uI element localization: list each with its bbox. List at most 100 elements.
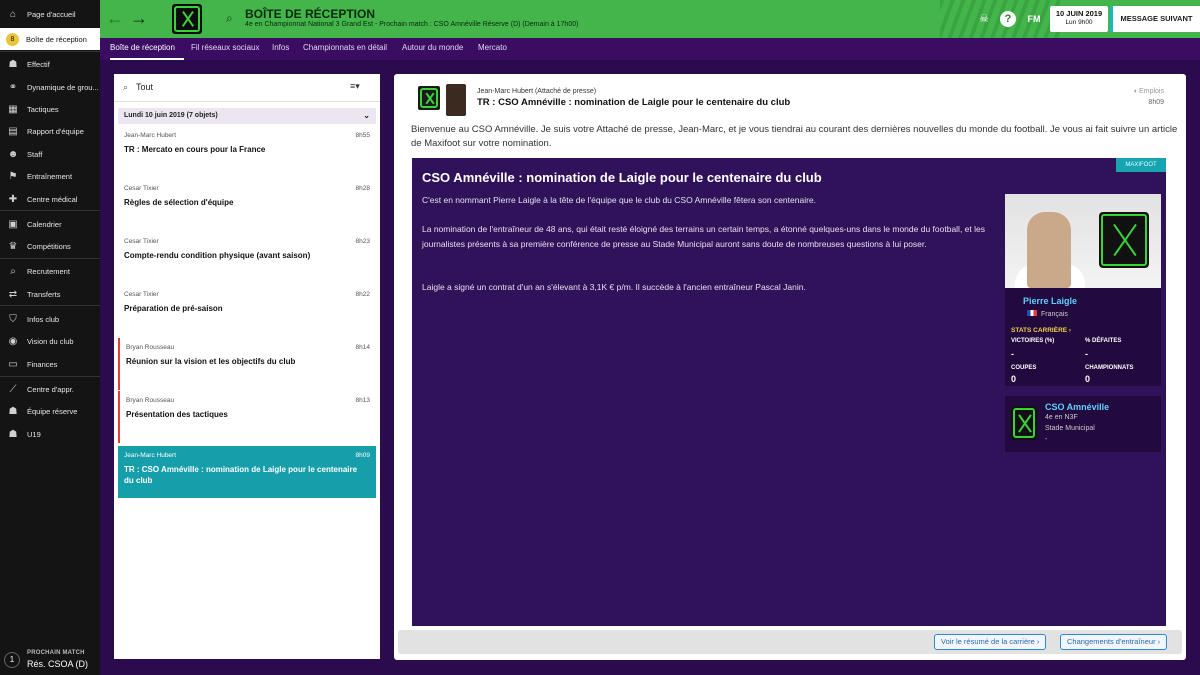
- sidebar-item-squad[interactable]: ☗ Effectif: [0, 53, 100, 75]
- sender-name[interactable]: Jean-Marc Hubert (Attaché de presse): [477, 88, 596, 95]
- tab-inbox[interactable]: Boîte de réception: [110, 38, 184, 60]
- chevron-down-icon[interactable]: ⌄: [363, 108, 370, 124]
- club-badge-icon[interactable]: [172, 4, 202, 34]
- search-icon: ⌕: [123, 82, 129, 92]
- sidebar-item-reserve-team[interactable]: ☗ Équipe réserve: [0, 400, 100, 422]
- player-nationality: Français: [1027, 310, 1068, 318]
- message-subject: Règles de sélection d'équipe: [124, 198, 234, 207]
- inbox-message[interactable]: Jean-Marc Hubert 8h55 TR : Mercato en co…: [118, 126, 376, 178]
- page-title: BOÎTE DE RÉCEPTION: [245, 7, 376, 21]
- sidebar-item-team-report[interactable]: ▤ Rapport d'équipe: [0, 120, 100, 142]
- sidebar-item-staff[interactable]: ☻ Staff: [0, 143, 100, 165]
- inbox-message[interactable]: Cesar Tixier 8h28 Règles de sélection d'…: [118, 179, 376, 231]
- inbox-message[interactable]: Cesar Tixier 8h22 Préparation de pré-sai…: [118, 285, 376, 337]
- stat-value: -: [1085, 349, 1088, 359]
- calendar-day-icon: 1: [4, 652, 20, 668]
- reserve-team-icon: ☗: [8, 405, 18, 417]
- sidebar-item-scouting[interactable]: ⌕ Recrutement: [0, 260, 100, 282]
- inbox-message[interactable]: Bryan Rousseau 8h14 Réunion sur la visio…: [118, 338, 376, 390]
- club-card[interactable]: CSO Amnéville 4e en N3F Stade Municipal …: [1005, 396, 1161, 452]
- sidebar-divider: [0, 210, 100, 211]
- sidebar-item-label: Finances: [27, 359, 58, 369]
- sidebar-item-u19[interactable]: ☗ U19: [0, 423, 100, 445]
- message-time: 8h14: [355, 344, 370, 351]
- sidebar-divider: [0, 376, 100, 377]
- calendar-icon: ▣: [8, 218, 18, 230]
- player-face: [1027, 212, 1071, 288]
- page-subtitle[interactable]: 4e en Championnat National 3 Grand Est -…: [245, 21, 578, 28]
- sidebar-item-label: Centre médical: [27, 194, 78, 204]
- tab-competitions-detail[interactable]: Championnats en détail: [303, 38, 387, 60]
- message-time: 8h22: [355, 291, 370, 298]
- search-icon[interactable]: ⌕: [226, 11, 233, 26]
- stat-label: VICTOIRES (%): [1011, 338, 1055, 344]
- sidebar-item-label: Compétitions: [27, 241, 71, 251]
- sidebar-item-training[interactable]: ⚑ Entraînement: [0, 165, 100, 187]
- message-sender: Jean-Marc Hubert: [124, 132, 177, 139]
- skull-icon[interactable]: ☠: [976, 11, 992, 27]
- next-match[interactable]: 1 PROCHAIN MATCH Rés. CSOA (D): [0, 645, 100, 675]
- manager-changes-button[interactable]: Changements d'entraîneur ›: [1060, 634, 1168, 650]
- message-time: 8h13: [355, 397, 370, 404]
- sender-avatar[interactable]: [446, 84, 466, 116]
- player-photo: [1005, 194, 1161, 288]
- message-subject: TR : CSO Amnéville : nomination de Laigl…: [124, 465, 358, 485]
- sidebar-item-transfers[interactable]: ⇄ Transferts: [0, 283, 100, 305]
- sidebar-item-label: Calendrier: [27, 219, 62, 229]
- sidebar-item-tactics[interactable]: ▦ Tactiques: [0, 98, 100, 120]
- next-match-label: PROCHAIN MATCH: [27, 650, 85, 656]
- club-name[interactable]: CSO Amnéville: [1045, 402, 1109, 412]
- sidebar-item-label: Recrutement: [27, 266, 70, 276]
- sidebar-item-home[interactable]: ⌂ Page d'accueil: [0, 3, 100, 25]
- message-view: Jean-Marc Hubert (Attaché de presse) TR …: [394, 74, 1186, 660]
- transfers-icon: ⇄: [8, 288, 18, 300]
- sidebar-item-medical[interactable]: ✚ Centre médical: [0, 188, 100, 210]
- back-arrow-icon[interactable]: ←: [104, 8, 126, 30]
- player-name[interactable]: Pierre Laigle: [1023, 296, 1077, 306]
- message-title: TR : CSO Amnéville : nomination de Laigl…: [477, 97, 791, 108]
- inbox-message-selected[interactable]: Jean-Marc Hubert 8h09 TR : CSO Amnéville…: [118, 446, 376, 498]
- filter-menu-icon[interactable]: ≡▾: [350, 81, 360, 92]
- message-time: 8h09: [355, 452, 370, 459]
- sidebar-item-inbox[interactable]: 8 Boîte de réception: [0, 28, 100, 50]
- inbox-filter-input[interactable]: Tout: [136, 82, 153, 92]
- inbox-message[interactable]: Bryan Rousseau 8h13 Présentation des tac…: [118, 391, 376, 443]
- tactics-icon: ▦: [8, 103, 18, 115]
- date-display[interactable]: 10 JUIN 2019 Lun 9h00: [1050, 6, 1108, 32]
- message-sender: Bryan Rousseau: [126, 397, 175, 404]
- sidebar-item-competitions[interactable]: ♛ Compétitions: [0, 235, 100, 257]
- sidebar-item-label: Boîte de réception: [26, 34, 87, 44]
- tab-news[interactable]: Infos: [272, 38, 289, 60]
- sidebar-item-label: Effectif: [27, 59, 50, 69]
- current-date: 10 JUIN 2019: [1055, 9, 1103, 18]
- message-time: 8h09: [1148, 99, 1164, 106]
- forward-arrow-icon[interactable]: →: [128, 8, 150, 30]
- message-sender: Cesar Tixier: [124, 238, 159, 245]
- sidebar-item-dev-centre[interactable]: ⟋ Centre d'appr.: [0, 378, 100, 400]
- sidebar-item-calendar[interactable]: ▣ Calendrier: [0, 213, 100, 235]
- sidebar-item-club-vision[interactable]: ◉ Vision du club: [0, 330, 100, 352]
- news-paragraph: Laigle a signé un contrat d'un an s'élev…: [422, 282, 806, 292]
- sidebar-item-finances[interactable]: ▭ Finances: [0, 353, 100, 375]
- sidebar-item-dynamics[interactable]: ⚭ Dynamique de grou...: [0, 76, 100, 98]
- player-card[interactable]: Pierre Laigle Français STATS CARRIÈRE › …: [1005, 194, 1161, 386]
- career-summary-button[interactable]: Voir le résumé de la carrière ›: [934, 634, 1047, 650]
- development-centre-icon: ⟋: [9, 383, 17, 395]
- continue-button[interactable]: MESSAGE SUIVANT: [1110, 6, 1200, 32]
- tab-transfer-window[interactable]: Mercato: [478, 38, 507, 60]
- staff-icon: ☻: [7, 148, 19, 160]
- help-icon[interactable]: ?: [1000, 11, 1016, 27]
- career-stats-link[interactable]: STATS CARRIÈRE ›: [1011, 327, 1071, 334]
- sidebar-item-label: Équipe réserve: [27, 406, 78, 416]
- club-stadium: Stade Municipal: [1045, 425, 1095, 432]
- inbox-group-header[interactable]: Lundi 10 juin 2019 (7 objets) ⌄: [118, 108, 376, 124]
- tab-social-feed[interactable]: Fil réseaux sociaux: [191, 38, 259, 60]
- sidebar-item-label: U19: [27, 429, 41, 439]
- sidebar-divider: [0, 305, 100, 306]
- inbox-message[interactable]: Cesar Tixier 8h23 Compte-rendu condition…: [118, 232, 376, 284]
- tab-around-world[interactable]: Autour du monde: [402, 38, 463, 60]
- report-icon: ▤: [8, 125, 18, 137]
- sidebar-item-club-info[interactable]: ⛉ Infos club: [0, 308, 100, 330]
- fm-menu-icon[interactable]: FM: [1026, 11, 1042, 27]
- next-match-value: Rés. CSOA (D): [27, 659, 89, 669]
